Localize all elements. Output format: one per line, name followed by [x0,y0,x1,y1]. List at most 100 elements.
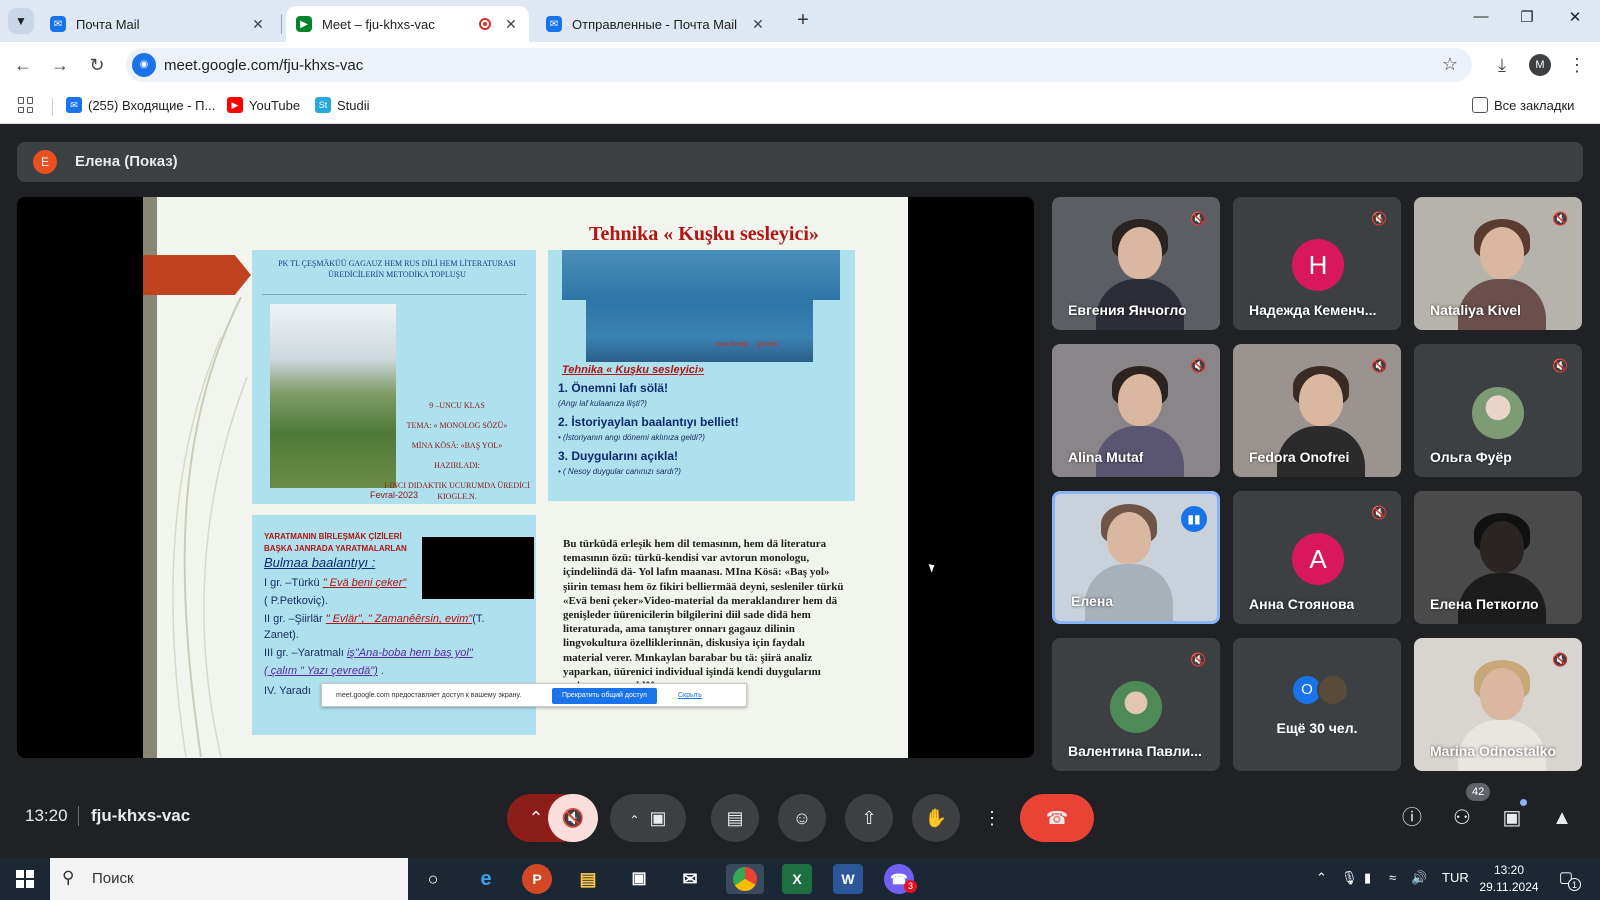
store-icon[interactable]: ▣ [624,864,654,894]
presenter-label: Елена (Показ) [75,153,178,170]
taskbar-search[interactable]: ⚲ Поиск [50,858,408,900]
participant-tile[interactable]: 🔇 Ольга Фуёр [1414,344,1582,477]
participant-tile[interactable]: 🔇 Валентина Павли... [1052,638,1220,771]
tab-meet[interactable]: ▶ Meet – fju-khxs-vac ✕ [286,6,529,42]
tab-sent-mail[interactable]: ✉ Отправленные - Почта Mail ✕ [536,6,776,42]
cover-header: PK TL ÇEŞMÄKÜÜ GAGAUZ HEM RUS DİLİ HEM L… [278,259,516,279]
participant-tile[interactable]: Н 🔇 Надежда Кеменч... [1233,197,1401,330]
raise-hand-button[interactable]: ✋ [912,794,960,842]
mail-icon[interactable]: ✉ [675,864,705,894]
mic-off-icon: 🔇 [1190,358,1207,373]
reload-icon[interactable]: ↻ [85,53,109,77]
captions-button[interactable]: ▤ [711,794,759,842]
camera-button[interactable]: ⌃ ▣ [610,794,686,842]
participant-tile[interactable]: 🔇 Nataliya Kivel [1414,197,1582,330]
edge-icon[interactable]: e [471,864,501,894]
video-options-chevron-icon[interactable]: ⌃ [629,813,639,827]
microphone-off-button[interactable]: 🔇 [548,794,598,842]
leave-call-button[interactable]: ☎ [1020,794,1094,842]
bookmark-star-icon[interactable]: ☆ [1442,54,1458,75]
group-line: Zanet). [264,629,299,641]
divider [78,806,79,826]
cortana-icon[interactable]: ○ [418,864,448,894]
participant-avatar [1472,387,1524,439]
meeting-info-icon[interactable]: ⓘ [1398,804,1426,832]
people-icon[interactable]: ⚇ [1448,804,1476,832]
excel-icon[interactable]: X [782,864,812,894]
participant-tile[interactable]: А 🔇 Анна Стоянова [1233,491,1401,624]
url-text[interactable]: meet.google.com/fju-khxs-vac [164,57,363,74]
close-tab-icon[interactable]: ✕ [250,16,266,33]
participant-tile[interactable]: 🔇 Fedora Onofrei [1233,344,1401,477]
bookmark-divider [52,98,53,116]
start-windows-icon[interactable] [16,870,34,888]
tray-chevron-icon[interactable]: ⌃ [1316,870,1327,886]
technique-step: 1. Önemni lafı sölä! [558,381,669,395]
participant-tile-speaking[interactable]: ▮▮ Елена [1052,491,1220,624]
slide-panel-technique: Kara Dengiz ... görüntü Tehnika « Kuşku … [548,250,855,501]
word-icon[interactable]: W [833,864,863,894]
restore-icon[interactable]: ❐ [1512,8,1542,26]
group-highlight: " Evä beni çeker" [322,577,407,589]
tab-search-chevron-icon[interactable]: ▼ [8,8,34,34]
participant-tile[interactable]: 🔇 Евгения Янчогло [1052,197,1220,330]
taskbar-clock[interactable]: 13:20 29.11.2024 [1478,862,1540,896]
back-icon[interactable]: ← [11,53,35,77]
reactions-button[interactable]: ☺ [778,794,826,842]
download-icon[interactable]: ⤓ [1490,53,1514,77]
bookmark-studii[interactable]: St Studii [315,97,370,113]
present-screen-button[interactable]: ⇧ [845,794,893,842]
wifi-icon[interactable]: ≈ [1389,870,1396,885]
close-window-icon[interactable]: ✕ [1560,8,1590,26]
participant-count-badge: 42 [1466,783,1491,801]
tab-mail[interactable]: ✉ Почта Mail ✕ [40,6,276,42]
speaking-indicator-icon: ▮▮ [1181,506,1207,532]
mic-off-icon: 🔇 [1190,652,1207,667]
volume-icon[interactable]: 🔊 [1411,870,1427,886]
more-participants-tile[interactable]: O Ещё 30 чел. [1233,638,1401,771]
bookmark-youtube[interactable]: ▶ YouTube [227,97,300,113]
cover-line: TEMA: « MONOLOG SÖZÜ» [406,421,508,430]
tab-strip: ▼ ✉ Почта Mail ✕ ▶ Meet – fju-khxs-vac ✕… [0,0,1600,42]
all-bookmarks[interactable]: Все закладки [1472,97,1574,113]
present-screen-icon: ⇧ [861,808,877,828]
participant-tile[interactable]: Елена Петкогло [1414,491,1582,624]
participant-name: Alina Mutaf [1068,449,1144,465]
mic-off-icon: 🔇 [1552,652,1569,667]
bookmark-inbox[interactable]: ✉ (255) Входящие - П... [66,97,215,113]
mail-icon: ✉ [66,97,82,113]
menu-kebab-icon[interactable]: ⋮ [1565,53,1589,77]
hide-banner-link[interactable]: Скрыть [678,692,702,699]
stop-sharing-button[interactable]: Прекратить общий доступ [552,688,657,704]
mic-off-icon: 🔇 [1371,358,1388,373]
technique-step: 3. Duygularını açıkla! [558,449,679,463]
apps-grid-icon[interactable] [18,97,34,113]
more-participants-label: Ещё 30 чел. [1276,720,1358,736]
site-info-icon[interactable]: ◉ [132,53,156,77]
tab-title: Отправленные - Почта Mail [572,16,738,32]
close-tab-icon[interactable]: ✕ [750,16,766,33]
address-bar[interactable]: ◉ meet.google.com/fju-khxs-vac ☆ [126,48,1472,82]
battery-icon[interactable]: ▮ [1364,870,1371,886]
cover-date: Fevral-2023 [370,490,419,500]
microphone-tray-icon[interactable]: 🎙 [1341,870,1358,886]
powerpoint-icon[interactable]: P [522,864,552,894]
profile-avatar[interactable]: M [1529,54,1551,76]
participant-tile[interactable]: 🔇 Alina Mutaf [1052,344,1220,477]
landscape-photo [270,304,396,488]
more-options-button[interactable]: ⋮ [978,794,1006,842]
chrome-icon[interactable] [726,864,764,894]
technique-hint: • ( Nesoy duygular canınızı sardı?) [558,467,681,476]
explorer-icon[interactable]: ▤ [573,864,603,894]
minimize-icon[interactable]: — [1466,8,1496,25]
shared-screen[interactable]: Tehnika « Kuşku sesleyici» PK TL ÇEŞMÄKÜ… [17,197,1034,758]
close-tab-icon[interactable]: ✕ [503,16,519,33]
activities-icon[interactable]: ▲ [1548,804,1576,832]
unread-chat-dot [1520,799,1527,806]
new-tab-icon[interactable]: + [791,9,815,32]
chat-icon[interactable]: ▣ [1498,804,1526,832]
forward-icon[interactable]: → [48,53,72,77]
input-language[interactable]: TUR [1442,870,1469,885]
search-icon: ⚲ [62,868,75,887]
participant-tile[interactable]: 🔇 Marina Odnostalko [1414,638,1582,771]
